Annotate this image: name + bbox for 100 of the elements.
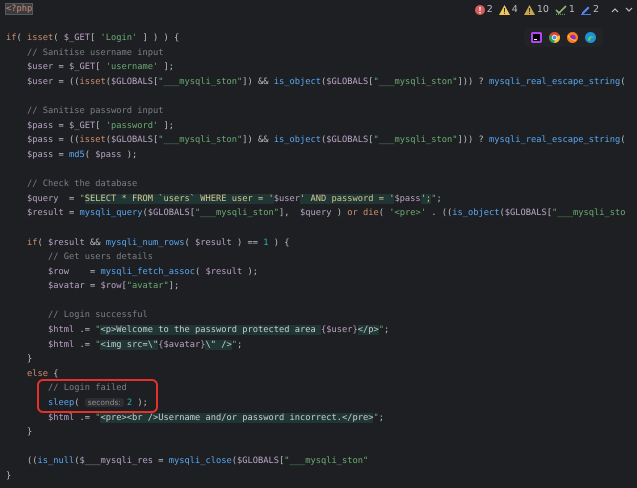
code-text: ])) ?: [457, 76, 485, 87]
code-comment: // Check the database: [26, 179, 138, 190]
code-text: );: [126, 150, 138, 160]
code-keyword: if: [26, 238, 38, 248]
code-keyword: else: [26, 368, 48, 379]
code-text: );: [246, 266, 258, 277]
code-variable: $user: [26, 62, 54, 72]
code-function: mysqli_query: [79, 208, 142, 218]
code-number: 1: [263, 238, 268, 248]
code-variable: $_GET: [68, 62, 96, 72]
code-text: [: [278, 456, 284, 466]
code-variable: $user: [274, 194, 300, 204]
code-text: (: [232, 456, 237, 466]
sql-string: SELECT * FROM `users` WHERE user = ': [84, 194, 274, 204]
code-text: ) {: [272, 238, 290, 248]
inspection-counter[interactable]: 4: [498, 4, 518, 15]
code-keyword: isset: [79, 135, 106, 146]
code-text: ],: [278, 208, 290, 218]
code-function: mysqli_real_escape_string: [488, 135, 620, 146]
code-text: [: [368, 76, 374, 87]
html-string: <img src=\": [100, 340, 158, 350]
browser-icon[interactable]: [549, 32, 560, 43]
code-string: ": [79, 194, 85, 204]
inspection-counter[interactable]: 2: [580, 4, 599, 15]
pencil-icon: [580, 4, 591, 14]
code-variable: $row: [100, 281, 122, 292]
code-text: [: [546, 208, 552, 218]
code-text: =: [157, 456, 164, 466]
code-function: mysqli_real_escape_string: [488, 76, 620, 87]
code-text: ];: [162, 62, 174, 72]
code-function: md5: [68, 150, 85, 160]
code-text: [: [121, 281, 127, 292]
code-variable: $avatar: [48, 281, 85, 292]
code-variable: $GLOBALS: [504, 208, 547, 218]
code-text: (: [74, 456, 80, 466]
code-string: "___mysqli_ston": [158, 76, 242, 87]
code-variable: $query: [26, 194, 58, 204]
code-text: =: [68, 194, 76, 204]
code-text: = ((: [57, 135, 80, 146]
code-function: mysqli_num_rows: [106, 238, 184, 248]
code-keyword: isset: [79, 76, 106, 87]
code-text: );: [136, 398, 148, 408]
code-variable: $result: [194, 238, 232, 248]
code-function: sleep: [48, 398, 74, 408]
code-text: (: [194, 266, 202, 277]
ide-icon[interactable]: [531, 32, 542, 43]
code-text: . ((: [430, 208, 452, 218]
code-variable: $pass: [26, 120, 54, 131]
code-variable: $html: [48, 325, 74, 336]
code-variable: {$user}: [320, 325, 358, 336]
code-string: ": [95, 325, 100, 336]
code-string: "___mysqli_ston": [194, 208, 279, 218]
code-text: (: [106, 135, 111, 146]
code-keyword: isset: [27, 33, 54, 44]
code-function: mysqli_fetch_assoc: [100, 266, 195, 277]
code-string: '<pre>': [389, 208, 426, 218]
code-text: (: [378, 208, 385, 218]
inspection-counter[interactable]: 2: [474, 4, 493, 15]
code-variable: $GLOBALS: [326, 76, 368, 87]
code-text: .=: [78, 412, 91, 423]
code-string: 'username': [106, 62, 158, 72]
caret-down-icon[interactable]: [625, 6, 633, 12]
code-string: "___mysqli_sto: [552, 208, 626, 218]
code-function: is_object: [452, 208, 500, 218]
code-variable: $result: [48, 238, 85, 248]
code-string: ": [373, 412, 379, 423]
code-text: ];: [162, 120, 174, 131]
code-variable: $user: [26, 76, 54, 87]
caret-up-icon[interactable]: [611, 6, 619, 12]
code-text: &&: [88, 238, 102, 248]
code-text: ): [336, 208, 343, 218]
code-text: (: [499, 208, 505, 218]
html-string: <p>Welcome to the password protected area: [100, 325, 321, 336]
code-variable: $pass: [394, 194, 421, 204]
code-text: }: [26, 427, 32, 438]
code-comment: // Sanitise username input: [26, 48, 164, 58]
code-string: "___mysqli_ston": [284, 456, 368, 466]
code-text: (: [37, 238, 44, 248]
code-string: 'password': [106, 120, 158, 131]
code-variable: $row: [48, 266, 69, 277]
code-text: [: [95, 120, 102, 131]
code-text: .=: [78, 325, 91, 336]
code-variable: $GLOBALS: [326, 135, 368, 146]
code-text: }: [6, 471, 12, 481]
code-text: (: [142, 208, 148, 218]
code-text: (: [53, 33, 60, 44]
inspection-counter[interactable]: 10: [524, 4, 549, 15]
inspection-counter[interactable]: 1: [554, 4, 575, 15]
code-variable: $html: [48, 340, 74, 350]
warning-icon: [524, 4, 535, 14]
code-text: (: [16, 33, 23, 44]
code-variable: $pass: [95, 150, 122, 160]
code-text: [: [152, 135, 158, 146]
code-string: ": [378, 325, 384, 336]
browser-icon[interactable]: [585, 32, 596, 43]
code-text: =: [68, 208, 76, 218]
code-text: (: [620, 76, 626, 87]
code-text: =: [88, 281, 96, 292]
browser-icon[interactable]: [567, 32, 578, 43]
code-function: is_object: [274, 135, 321, 146]
